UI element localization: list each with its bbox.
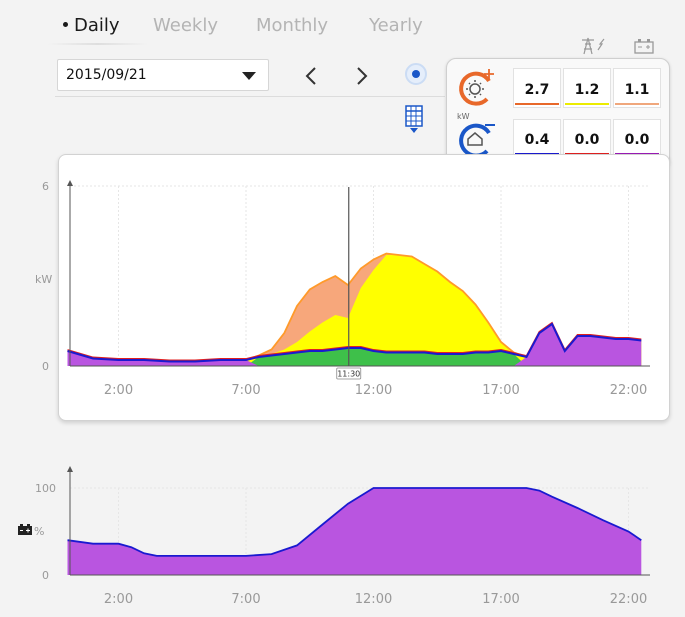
soc-ytick-top: 100 xyxy=(35,482,56,495)
soc-ytick-zero: 0 xyxy=(42,569,49,582)
soc-xtick-label: 2:00 xyxy=(104,592,133,607)
power-xtick-label: 22:00 xyxy=(610,383,647,398)
power-xtick-label: 2:00 xyxy=(104,383,133,398)
battery-soc-chart: 100 % 0 2:00 7:00 12:00 17:00 22:00 xyxy=(18,466,650,607)
soc-xtick-label: 17:00 xyxy=(482,592,519,607)
power-y-arrow xyxy=(67,180,73,186)
power-chart: 6 kW 0 2:00 7:00 12:00 17:00 22:00 11:30 xyxy=(35,180,650,398)
power-ylabel: kW xyxy=(35,273,52,286)
power-xtick-label: 7:00 xyxy=(231,383,260,398)
time-cursor-label: 11:30 xyxy=(337,370,360,379)
soc-ylabel: % xyxy=(34,525,44,538)
energy-charts: 6 kW 0 2:00 7:00 12:00 17:00 22:00 11:30 100… xyxy=(18,180,650,607)
soc-xtick-label: 7:00 xyxy=(231,592,260,607)
power-ytick-zero: 0 xyxy=(42,360,49,373)
power-xtick-label: 12:00 xyxy=(355,383,392,398)
soc-y-arrow xyxy=(67,466,73,472)
power-xtick-label: 17:00 xyxy=(482,383,519,398)
soc-battery-icon xyxy=(18,524,32,535)
soc-x-ticks: 2:00 7:00 12:00 17:00 22:00 xyxy=(104,592,647,607)
soc-xtick-label: 12:00 xyxy=(355,592,392,607)
power-x-ticks: 2:00 7:00 12:00 17:00 22:00 xyxy=(104,383,647,398)
power-ytick-top: 6 xyxy=(42,180,49,193)
soc-xtick-label: 22:00 xyxy=(610,592,647,607)
soc-area xyxy=(67,488,642,575)
